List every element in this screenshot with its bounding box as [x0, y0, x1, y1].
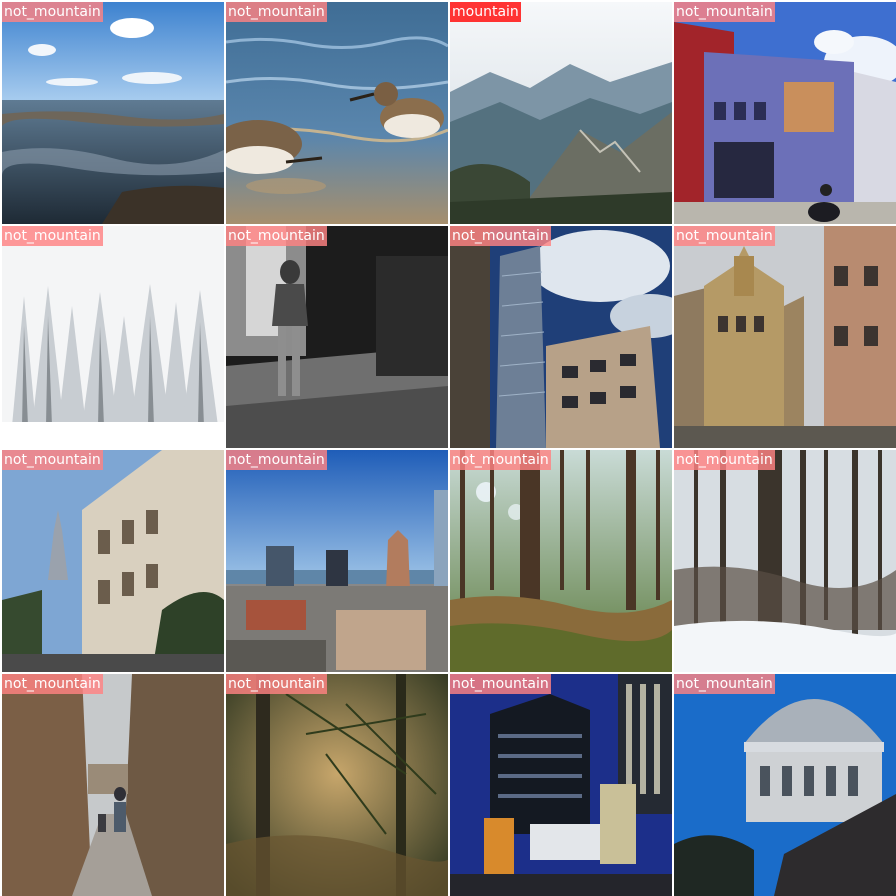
classification-label: mountain	[450, 2, 521, 22]
grid-tile: not_mountain	[226, 226, 448, 448]
classification-label: not_mountain	[226, 2, 327, 22]
grid-tile: not_mountain	[450, 226, 672, 448]
classification-label: not_mountain	[2, 2, 103, 22]
bw-person-in-hallway-image	[226, 226, 448, 448]
grid-tile: not_mountain	[226, 674, 448, 896]
classification-label: not_mountain	[2, 226, 103, 246]
classification-label: not_mountain	[450, 226, 551, 246]
grid-tile: not_mountain	[2, 674, 224, 896]
grid-tile: not_mountain	[226, 450, 448, 672]
classification-label: not_mountain	[450, 450, 551, 470]
classification-label: not_mountain	[226, 674, 327, 694]
ornate-building-tower-image	[2, 450, 224, 672]
tidal-flat-shore-sky-image	[2, 2, 224, 224]
classification-label: not_mountain	[674, 450, 775, 470]
image-grid: not_mountain not_mountain mountain not_m…	[0, 0, 896, 896]
grid-tile: not_mountain	[2, 226, 224, 448]
grid-tile: not_mountain	[674, 226, 896, 448]
winter-bare-forest-image	[674, 450, 896, 672]
grid-tile: mountain	[450, 2, 672, 224]
blurred-pine-branches-image	[226, 674, 448, 896]
classification-label: not_mountain	[2, 450, 103, 470]
skyscraper-low-angle-image	[450, 226, 672, 448]
misty-mountain-valley-image	[450, 2, 672, 224]
classification-label: not_mountain	[2, 674, 103, 694]
silver-dome-building-image	[674, 674, 896, 896]
grid-tile: not_mountain	[674, 2, 896, 224]
office-tower-dusk-image	[450, 674, 672, 896]
sunlit-pine-forest-image	[450, 450, 672, 672]
classification-label: not_mountain	[450, 674, 551, 694]
city-skyline-aerial-image	[226, 450, 448, 672]
baroque-church-street-image	[674, 226, 896, 448]
grid-tile: not_mountain	[450, 674, 672, 896]
grid-tile: not_mountain	[674, 450, 896, 672]
grid-tile: not_mountain	[2, 2, 224, 224]
grid-tile: not_mountain	[674, 674, 896, 896]
grid-tile: not_mountain	[2, 450, 224, 672]
classification-label: not_mountain	[674, 226, 775, 246]
classification-label: not_mountain	[226, 226, 327, 246]
narrow-stone-alley-image	[2, 674, 224, 896]
street-corner-buildings-image	[674, 2, 896, 224]
grid-tile: not_mountain	[226, 2, 448, 224]
classification-label: not_mountain	[674, 2, 775, 22]
classification-label: not_mountain	[226, 450, 327, 470]
sandpipers-in-water-image	[226, 2, 448, 224]
snowy-pine-forest-image	[2, 226, 224, 448]
classification-label: not_mountain	[674, 674, 775, 694]
grid-tile: not_mountain	[450, 450, 672, 672]
